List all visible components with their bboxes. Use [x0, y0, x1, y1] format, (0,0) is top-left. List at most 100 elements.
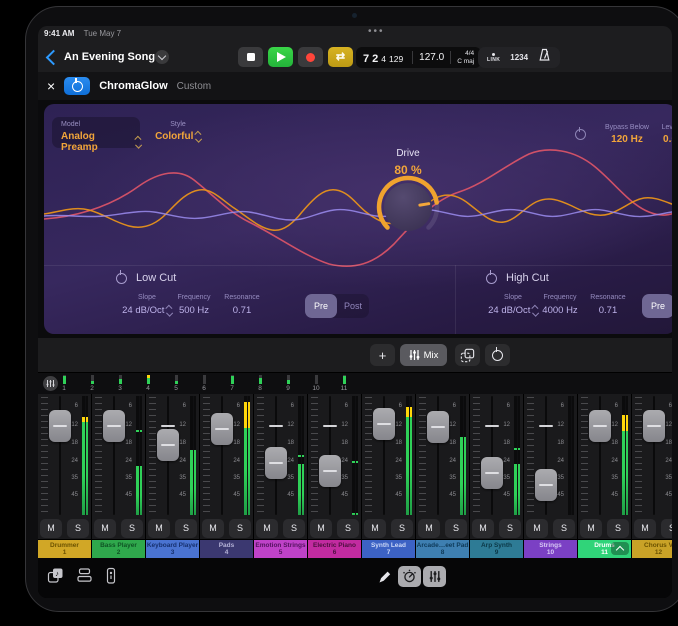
back-chevron-icon[interactable] [46, 50, 62, 66]
track-label[interactable]: Strings 10 [524, 540, 577, 558]
count-in-button[interactable]: 1234 [510, 53, 528, 62]
bypass-power-icon[interactable] [575, 129, 586, 140]
overview-track[interactable]: 6 [190, 374, 218, 395]
solo-button[interactable]: S [391, 519, 413, 538]
play-button[interactable] [268, 47, 293, 67]
mute-button[interactable]: M [634, 519, 656, 538]
solo-button[interactable]: S [337, 519, 359, 538]
mute-button[interactable]: M [148, 519, 170, 538]
low-cut-resonance[interactable]: Resonance 0.71 [213, 294, 271, 316]
audio-port-icon [104, 567, 118, 585]
song-title[interactable]: An Evening Song [64, 51, 155, 63]
track-label[interactable]: Pads 4 [200, 540, 253, 558]
fader-ruler [419, 397, 426, 514]
copy-settings-button[interactable] [455, 344, 480, 366]
track-label[interactable]: Drummer 1 [38, 540, 91, 558]
solo-button[interactable]: S [553, 519, 575, 538]
solo-button[interactable]: S [661, 519, 672, 538]
track-overview-strip: 1 2 3 4 5 6 7 8 9 10 11 [38, 372, 672, 394]
stop-button[interactable] [238, 47, 263, 67]
solo-button[interactable]: S [121, 519, 143, 538]
mute-button[interactable]: M [310, 519, 332, 538]
connector-button[interactable] [104, 567, 118, 590]
edit-button[interactable] [376, 568, 392, 589]
scale-mark: 45 [227, 492, 240, 498]
overview-track[interactable]: 1 [50, 374, 78, 395]
link-button[interactable]: LINK [487, 53, 500, 63]
mix-view-button[interactable]: Mix [400, 344, 447, 366]
solo-button[interactable]: S [499, 519, 521, 538]
solo-button[interactable]: S [67, 519, 89, 538]
solo-button[interactable]: S [607, 519, 629, 538]
solo-button[interactable]: S [445, 519, 467, 538]
track-label[interactable]: Synth Lead 7 [362, 540, 415, 558]
multitasking-indicator-icon[interactable]: ••• [368, 26, 385, 37]
mute-button[interactable]: M [472, 519, 494, 538]
overview-track[interactable]: 3 [106, 374, 134, 395]
overview-track[interactable]: 2 [78, 374, 106, 395]
expand-track-button[interactable] [611, 542, 629, 555]
high-cut-power-icon[interactable] [486, 273, 497, 284]
faders-icon [429, 570, 441, 583]
mute-button[interactable]: M [418, 519, 440, 538]
overview-track[interactable]: 11 [330, 374, 358, 395]
overview-track[interactable]: 4 [134, 374, 162, 395]
track-name: Arp Synth [481, 542, 512, 550]
mute-button[interactable]: M [94, 519, 116, 538]
track-label[interactable]: Electric Piano 6 [308, 540, 361, 558]
mini-meter [119, 375, 122, 384]
mixer-view-button[interactable] [423, 566, 446, 587]
overview-track[interactable]: 10 [302, 374, 330, 395]
high-cut-resonance[interactable]: Resonance 0.71 [579, 294, 637, 316]
model-select[interactable]: Model Analog Preamp [52, 117, 140, 148]
cycle-button[interactable]: ⇄ [328, 47, 353, 67]
track-label[interactable]: Keyboard Player 3 [146, 540, 199, 558]
mute-button[interactable]: M [40, 519, 62, 538]
plugin-preset[interactable]: Custom [177, 81, 211, 92]
high-cut-pre-button[interactable]: Pre [642, 294, 672, 318]
track-label[interactable]: Arp Synth 9 [470, 540, 523, 558]
solo-button[interactable]: S [229, 519, 251, 538]
track-label[interactable]: Emotion Strings 5 [254, 540, 307, 558]
track-label[interactable]: Bass Player 2 [92, 540, 145, 558]
add-track-button[interactable]: + [370, 344, 395, 366]
track-name: Synth Lead [371, 542, 406, 550]
solo-button[interactable]: S [175, 519, 197, 538]
overview-track[interactable]: 9 [274, 374, 302, 395]
drive-knob[interactable] [373, 172, 443, 242]
overview-track[interactable]: 8 [246, 374, 274, 395]
lcd-display[interactable]: 724129 127.0 4/4C maj [356, 47, 481, 68]
mute-button[interactable]: M [526, 519, 548, 538]
faders-icon [409, 349, 420, 361]
track-label[interactable]: Chorus V 12 [632, 540, 672, 558]
overview-track[interactable]: 7 [218, 374, 246, 395]
level-control[interactable]: Level 0.5 [630, 124, 672, 145]
play-icon [277, 52, 286, 62]
library-button[interactable] [76, 567, 93, 589]
mute-button[interactable]: M [580, 519, 602, 538]
solo-button[interactable]: S [283, 519, 305, 538]
track-label[interactable]: Arcade…eet Pad 8 [416, 540, 469, 558]
mute-button[interactable]: M [202, 519, 224, 538]
metronome-button[interactable] [538, 48, 551, 67]
close-plugin-icon[interactable]: × [47, 79, 55, 93]
channel-power-button[interactable] [485, 344, 510, 366]
screenshot-stage: 9:41 AM Tue May 7 ••• An Evening Song ⇄ … [0, 0, 678, 626]
plugin-power-button[interactable] [64, 77, 90, 95]
tempo-value: 127.0 [419, 52, 444, 63]
mini-meter [203, 375, 206, 384]
scale-mark: 18 [551, 440, 564, 446]
scale-mark: 18 [659, 440, 672, 446]
overview-track[interactable]: 5 [162, 374, 190, 395]
style-select[interactable]: Style Colorful [148, 117, 208, 148]
song-menu-chevron-icon[interactable] [155, 50, 169, 64]
track-label[interactable]: Drums 11 [578, 540, 631, 558]
record-button[interactable] [298, 47, 323, 67]
low-cut-pre-button[interactable]: Pre [305, 294, 337, 318]
loop-browser-button[interactable]: ♪ [47, 567, 65, 589]
low-cut-power-icon[interactable] [116, 273, 127, 284]
mute-button[interactable]: M [364, 519, 386, 538]
low-cut-post-button[interactable]: Post [337, 294, 369, 318]
mute-button[interactable]: M [256, 519, 278, 538]
smart-controls-button[interactable] [398, 566, 421, 587]
